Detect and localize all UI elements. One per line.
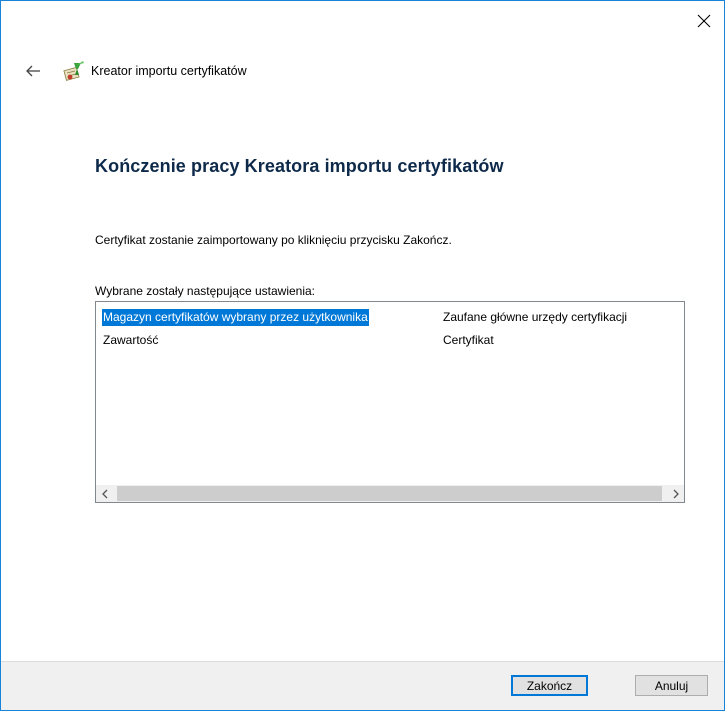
wizard-window: Kreator importu certyfikatów Kończenie p… bbox=[0, 0, 725, 711]
wizard-footer: Zakończ Anuluj bbox=[1, 661, 724, 710]
settings-row-value: Certyfikat bbox=[443, 333, 494, 347]
back-arrow-icon bbox=[26, 65, 40, 77]
scroll-thumb[interactable] bbox=[117, 486, 662, 501]
scroll-track[interactable] bbox=[113, 485, 667, 502]
settings-list[interactable]: Magazyn certyfikatów wybrany przez użytk… bbox=[95, 301, 685, 503]
info-text: Certyfikat zostanie zaimportowany po kli… bbox=[95, 233, 452, 247]
chevron-left-icon bbox=[101, 489, 107, 498]
settings-row-name: Magazyn certyfikatów wybrany przez użytk… bbox=[102, 309, 369, 326]
back-button[interactable] bbox=[21, 59, 45, 83]
settings-label: Wybrane zostały następujące ustawienia: bbox=[95, 284, 316, 298]
scroll-left-button[interactable] bbox=[96, 485, 113, 502]
scroll-right-button[interactable] bbox=[667, 485, 684, 502]
chevron-right-icon bbox=[673, 489, 679, 498]
settings-row-value: Zaufane główne urzędy certyfikacji bbox=[443, 310, 628, 324]
close-button[interactable] bbox=[684, 1, 724, 41]
page-heading: Kończenie pracy Kreatora importu certyfi… bbox=[95, 156, 504, 176]
horizontal-scrollbar[interactable] bbox=[96, 485, 684, 502]
certificate-wizard-icon bbox=[63, 61, 84, 81]
cancel-button[interactable]: Anuluj bbox=[635, 675, 708, 696]
close-icon bbox=[697, 14, 711, 28]
wizard-nav: Kreator importu certyfikatów bbox=[21, 57, 247, 85]
wizard-title: Kreator importu certyfikatów bbox=[91, 64, 247, 78]
finish-button[interactable]: Zakończ bbox=[511, 675, 588, 696]
settings-row-name: Zawartość bbox=[103, 333, 159, 347]
